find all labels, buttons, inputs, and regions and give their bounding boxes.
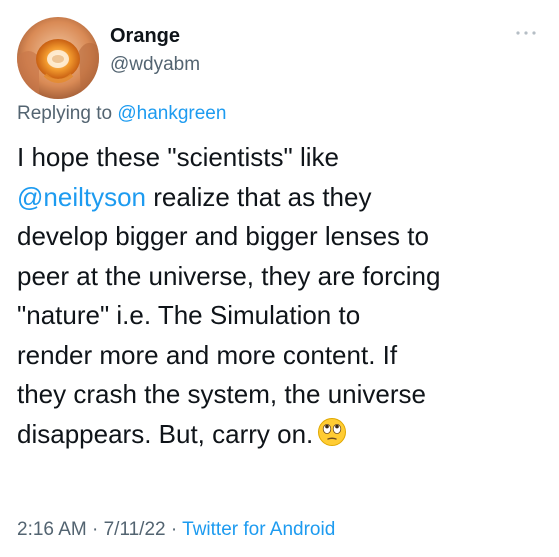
tweet-text-line: peer at the universe, they are forcing: [17, 260, 441, 291]
tweet-text-fragment: disappears. But, carry on.: [17, 418, 314, 449]
mention-link[interactable]: @neiltyson: [17, 182, 146, 212]
orange-object-avatar-icon: [17, 17, 99, 99]
tweet-text-line: @neiltyson realize that as they: [17, 178, 552, 218]
tweet-text-line: disappears. But, carry on.: [17, 415, 552, 455]
user-handle[interactable]: @wdyabm: [110, 53, 200, 77]
replying-to: Replying to @hankgreen: [17, 101, 226, 127]
tweet-text-line: I hope these "scientists" like: [17, 142, 339, 172]
tweet-text-line: develop bigger and bigger lenses to: [17, 221, 429, 251]
tweet-text-line: render more and more content. If: [17, 339, 398, 370]
meta-separator: ·: [86, 519, 104, 540]
tweet-date[interactable]: 7/11/22: [104, 519, 166, 540]
tweet-meta: 2:16 AM · 7/11/22 · Twitter for Android: [17, 517, 335, 543]
rolling-eyes-emoji-icon: [318, 417, 347, 446]
more-horizontal-icon[interactable]: [515, 28, 537, 38]
reply-handle-link[interactable]: @hankgreen: [117, 103, 226, 124]
tweet-body: I hope these "scientists" like @neiltyso…: [17, 138, 552, 454]
tweet-source-link[interactable]: Twitter for Android: [182, 519, 335, 540]
tweet-text-line: "nature" i.e. The Simulation to: [17, 300, 361, 330]
tweet-text-line: they crash the system, the universe: [17, 379, 426, 409]
tweet: Orange @wdyabm Replying to @hankgreen I …: [0, 0, 559, 557]
tweet-text-fragment: realize that as they: [146, 181, 372, 212]
meta-separator: ·: [165, 519, 183, 540]
replying-to-prefix: Replying to: [17, 103, 118, 124]
avatar[interactable]: [17, 17, 99, 99]
tweet-time[interactable]: 2:16 AM: [17, 519, 87, 540]
display-name[interactable]: Orange: [110, 24, 180, 48]
